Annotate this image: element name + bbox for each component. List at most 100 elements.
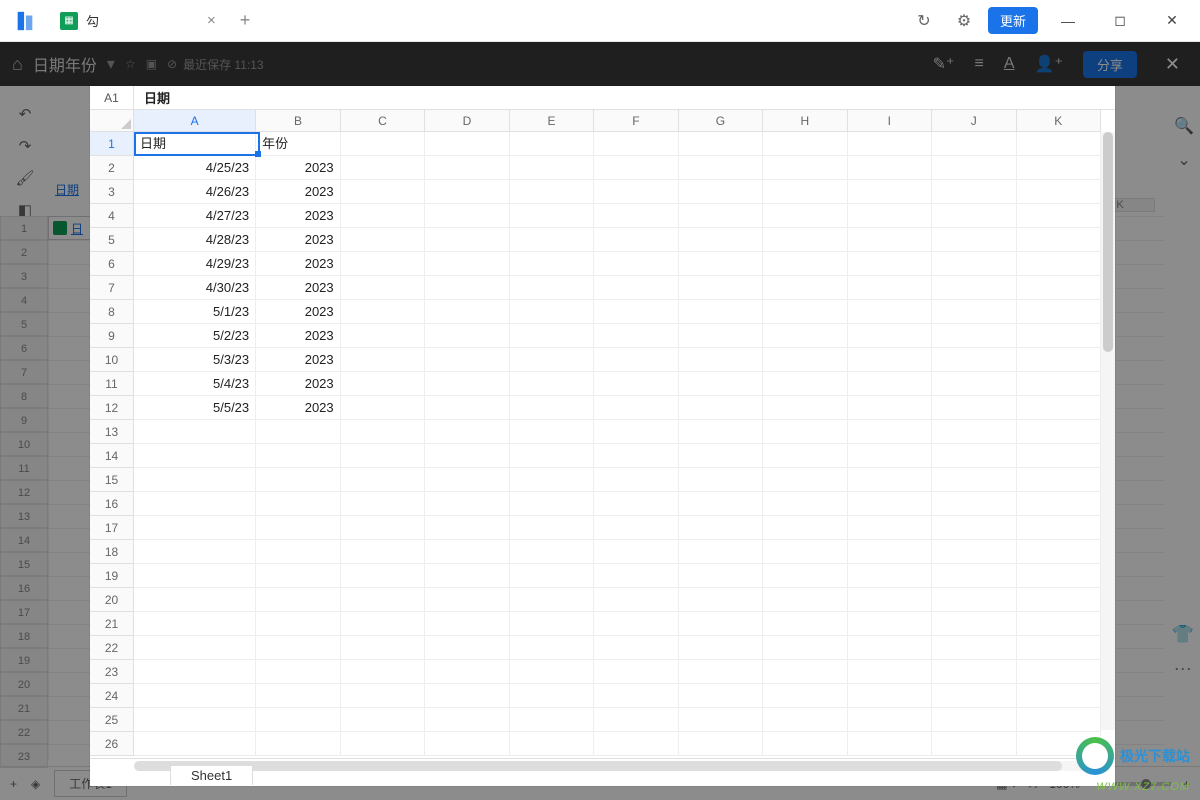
cell[interactable] <box>679 420 763 444</box>
cell[interactable] <box>848 180 932 204</box>
cell[interactable] <box>594 564 678 588</box>
cell[interactable] <box>763 156 847 180</box>
cell[interactable] <box>425 540 509 564</box>
cell[interactable] <box>679 444 763 468</box>
cell[interactable] <box>510 708 594 732</box>
cell[interactable]: 4/25/23 <box>134 156 256 180</box>
row-header[interactable]: 16 <box>90 492 134 516</box>
cell[interactable] <box>679 228 763 252</box>
cell[interactable] <box>425 588 509 612</box>
cell[interactable] <box>679 612 763 636</box>
cell[interactable] <box>510 252 594 276</box>
cell[interactable] <box>679 132 763 156</box>
cell[interactable] <box>932 180 1016 204</box>
row-header[interactable]: 4 <box>90 204 134 228</box>
cell[interactable] <box>763 468 847 492</box>
cell[interactable] <box>932 156 1016 180</box>
cell[interactable] <box>848 588 932 612</box>
cell[interactable] <box>679 324 763 348</box>
cell[interactable] <box>932 708 1016 732</box>
cell[interactable] <box>134 588 256 612</box>
cell[interactable] <box>679 396 763 420</box>
cell[interactable] <box>679 564 763 588</box>
cell[interactable] <box>848 708 932 732</box>
row-header[interactable]: 15 <box>90 468 134 492</box>
col-header-B[interactable]: B <box>256 110 340 132</box>
cell[interactable] <box>341 396 425 420</box>
cell[interactable] <box>425 132 509 156</box>
cell[interactable] <box>848 156 932 180</box>
cell[interactable]: 5/3/23 <box>134 348 256 372</box>
cell[interactable] <box>932 492 1016 516</box>
row-header[interactable]: 20 <box>90 588 134 612</box>
cell[interactable] <box>510 468 594 492</box>
cell[interactable] <box>341 588 425 612</box>
cell[interactable] <box>256 492 340 516</box>
cell[interactable]: 4/28/23 <box>134 228 256 252</box>
cell[interactable] <box>594 612 678 636</box>
col-header-F[interactable]: F <box>594 110 678 132</box>
col-header-H[interactable]: H <box>763 110 847 132</box>
cell[interactable] <box>425 324 509 348</box>
col-header-J[interactable]: J <box>932 110 1016 132</box>
cell[interactable] <box>848 468 932 492</box>
cell[interactable] <box>763 396 847 420</box>
cell[interactable] <box>341 204 425 228</box>
cell[interactable] <box>679 204 763 228</box>
maximize-button[interactable]: ◻ <box>1098 5 1142 37</box>
cell[interactable]: 5/5/23 <box>134 396 256 420</box>
cell[interactable] <box>679 276 763 300</box>
cell[interactable] <box>594 492 678 516</box>
cell[interactable] <box>679 588 763 612</box>
cell[interactable] <box>425 564 509 588</box>
cell[interactable] <box>848 492 932 516</box>
cell[interactable] <box>594 228 678 252</box>
cell[interactable] <box>848 372 932 396</box>
cell[interactable] <box>594 732 678 756</box>
cell[interactable] <box>510 420 594 444</box>
cell[interactable] <box>594 276 678 300</box>
cell[interactable] <box>763 444 847 468</box>
cell[interactable]: 2023 <box>256 156 340 180</box>
cell[interactable] <box>763 516 847 540</box>
cell[interactable] <box>510 564 594 588</box>
cell[interactable] <box>594 468 678 492</box>
row-header[interactable]: 26 <box>90 732 134 756</box>
cell[interactable] <box>763 588 847 612</box>
settings-icon[interactable]: ⚙ <box>948 5 980 37</box>
cell[interactable] <box>932 732 1016 756</box>
row-header[interactable]: 11 <box>90 372 134 396</box>
cell[interactable]: 日期 <box>134 132 256 156</box>
cell[interactable]: 年份 <box>256 132 340 156</box>
cell[interactable] <box>932 204 1016 228</box>
cell[interactable] <box>341 132 425 156</box>
cell[interactable]: 2023 <box>256 300 340 324</box>
cell[interactable] <box>1017 492 1101 516</box>
cell[interactable] <box>341 324 425 348</box>
minimize-button[interactable]: — <box>1046 5 1090 37</box>
cell[interactable] <box>341 636 425 660</box>
row-header[interactable]: 12 <box>90 396 134 420</box>
cell[interactable] <box>594 588 678 612</box>
cell[interactable] <box>341 444 425 468</box>
cell[interactable] <box>1017 612 1101 636</box>
cell[interactable] <box>341 660 425 684</box>
cell[interactable] <box>510 156 594 180</box>
cell[interactable] <box>763 348 847 372</box>
cell[interactable] <box>425 252 509 276</box>
cell[interactable] <box>763 132 847 156</box>
row-header[interactable]: 21 <box>90 612 134 636</box>
formula-value[interactable]: 日期 <box>134 88 170 107</box>
cell[interactable] <box>1017 252 1101 276</box>
cell[interactable] <box>932 564 1016 588</box>
cell[interactable] <box>510 132 594 156</box>
cell[interactable] <box>341 276 425 300</box>
cell[interactable] <box>510 660 594 684</box>
cell[interactable] <box>679 252 763 276</box>
cell[interactable]: 2023 <box>256 204 340 228</box>
app-logo[interactable] <box>0 10 50 32</box>
row-header[interactable]: 19 <box>90 564 134 588</box>
cell[interactable] <box>1017 540 1101 564</box>
cell[interactable] <box>763 612 847 636</box>
row-header[interactable]: 17 <box>90 516 134 540</box>
